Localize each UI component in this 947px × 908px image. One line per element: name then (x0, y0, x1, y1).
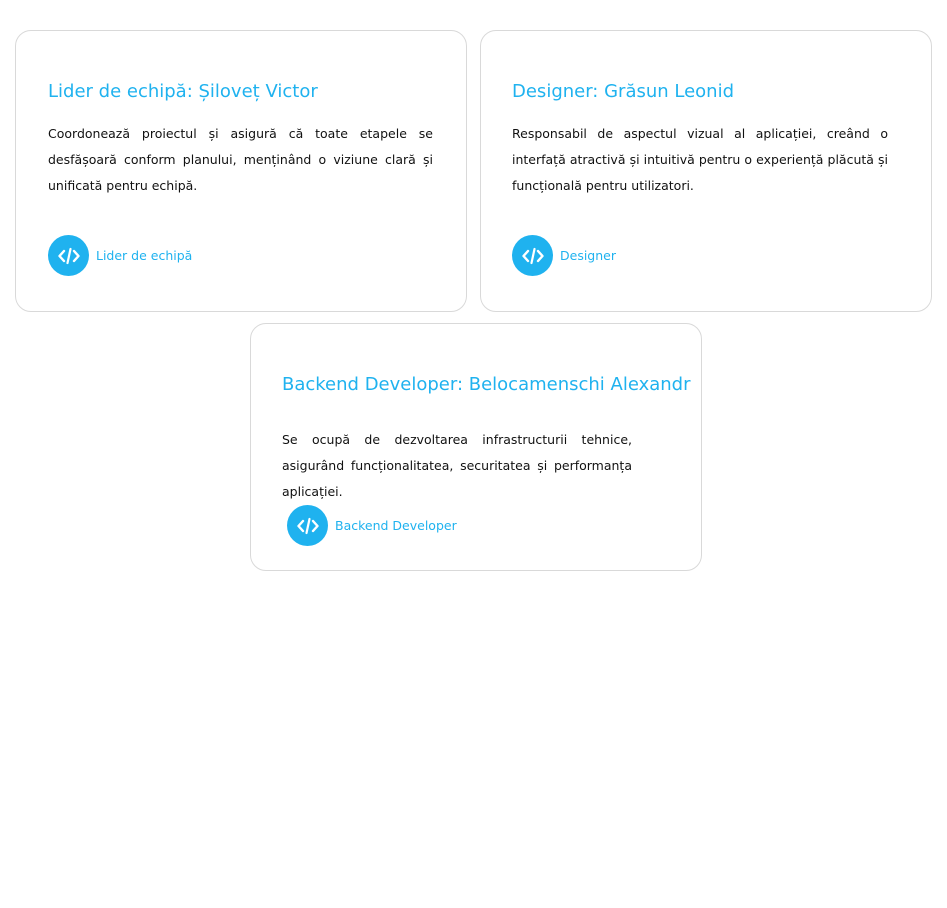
code-icon (512, 235, 553, 276)
role-label[interactable]: Lider de echipă (96, 248, 192, 263)
role-label[interactable]: Designer (560, 248, 616, 263)
code-icon (287, 505, 328, 546)
team-member-card-backend: Backend Developer: Belocamenschi Alexand… (250, 323, 702, 571)
card-title: Backend Developer: Belocamenschi Alexand… (282, 374, 691, 395)
role-link-backend[interactable]: Backend Developer (287, 505, 457, 546)
role-label[interactable]: Backend Developer (335, 518, 457, 533)
card-description: Responsabil de aspectul vizual al aplica… (512, 126, 888, 193)
card-description: Coordonează proiectul și asigură că toat… (48, 126, 433, 193)
card-title: Designer: Grăsun Leonid (512, 81, 735, 102)
code-icon (48, 235, 89, 276)
role-link-lead[interactable]: Lider de echipă (48, 235, 192, 276)
team-member-card-lead: Lider de echipă: Șiloveț Victor Coordone… (15, 30, 467, 312)
role-link-designer[interactable]: Designer (512, 235, 616, 276)
card-title: Lider de echipă: Șiloveț Victor (48, 81, 318, 102)
card-description: Se ocupă de dezvoltarea infrastructurii … (282, 432, 632, 499)
team-member-card-designer: Designer: Grăsun Leonid Responsabil de a… (480, 30, 932, 312)
